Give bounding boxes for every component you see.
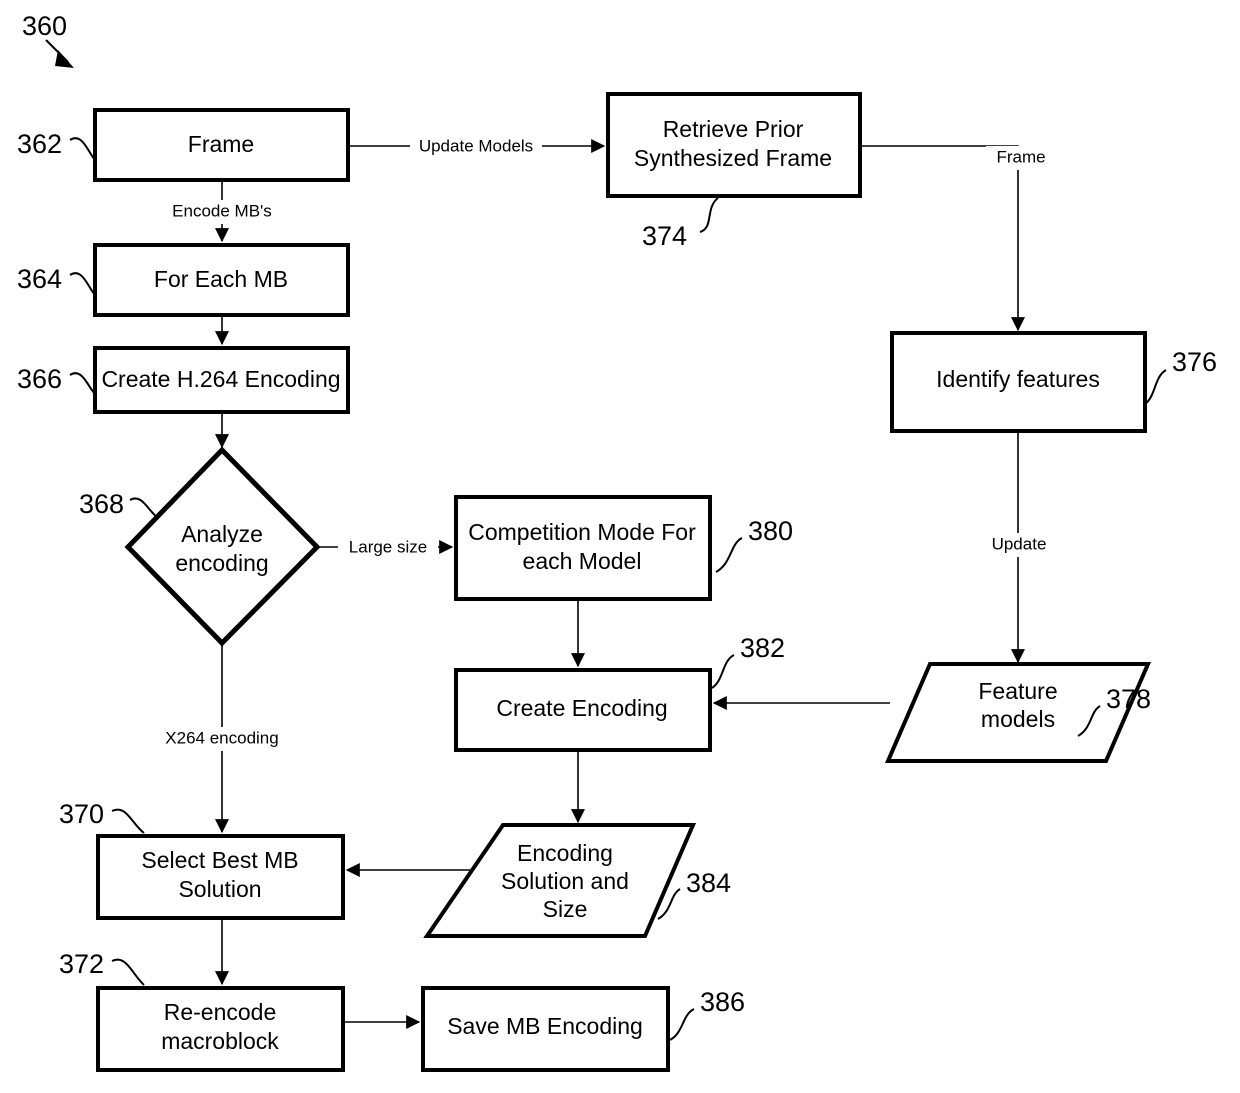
node-enc-solution-label-line2: Solution and: [501, 868, 629, 894]
node-reencode-label-line1: Re-encode: [164, 999, 277, 1025]
ref-label-370: 370: [59, 799, 104, 829]
ref-label-374: 374: [642, 221, 687, 251]
ref-label-364: 364: [17, 264, 62, 294]
edge-frame-to-retrieve: Update Models: [348, 134, 606, 158]
node-select-best-label-line1: Select Best MB: [141, 847, 298, 873]
edge-analyze-to-selectbest: X264 encoding: [152, 643, 296, 834]
ref-label-384: 384: [686, 868, 731, 898]
node-select-best-label-line2: Solution: [178, 876, 261, 902]
node-for-each-mb[interactable]: For Each MB: [93, 243, 350, 317]
ref-label-382: 382: [740, 633, 785, 663]
node-retrieve-label-line1: Retrieve Prior: [663, 116, 804, 142]
ref-376-group: 376: [1144, 347, 1217, 405]
node-analyze-label-line2: encoding: [175, 550, 268, 576]
ref-label-372: 372: [59, 949, 104, 979]
edge-identify-to-featmodels: Update: [978, 431, 1060, 664]
node-competition-label-line1: Competition Mode For: [468, 519, 696, 545]
node-reencode-macroblock[interactable]: Re-encode macroblock: [96, 986, 345, 1072]
node-create-encoding[interactable]: Create Encoding: [454, 668, 712, 752]
node-save-mb-label: Save MB Encoding: [447, 1013, 643, 1039]
ref-372-group: 372: [59, 949, 145, 986]
node-reencode-label-line2: macroblock: [161, 1028, 279, 1054]
edge-retrieve-to-identify: Frame: [860, 145, 1056, 332]
node-save-mb-encoding[interactable]: Save MB Encoding: [421, 986, 670, 1072]
ref-386-group: 386: [669, 987, 745, 1041]
edge-label-frame: Frame: [996, 147, 1045, 166]
node-frame-label: Frame: [188, 131, 254, 157]
ref-label-366: 366: [17, 364, 62, 394]
node-enc-solution-label-line1: Encoding: [517, 840, 613, 866]
node-competition-label-line2: each Model: [523, 548, 642, 574]
node-analyze-label-line1: Analyze: [181, 521, 263, 547]
node-analyze-encoding[interactable]: Analyze encoding: [124, 446, 321, 647]
ref-label-368: 368: [79, 489, 124, 519]
node-create-encoding-label: Create Encoding: [496, 695, 667, 721]
node-enc-solution-label-line3: Size: [543, 896, 588, 922]
edge-label-update-models: Update Models: [419, 136, 533, 155]
edge-label-large-size: Large size: [349, 537, 427, 556]
edge-label-update: Update: [992, 534, 1047, 553]
ref-label-378: 378: [1106, 684, 1151, 714]
figure-ref-360: 360: [22, 11, 67, 41]
ref-label-380: 380: [748, 516, 793, 546]
node-competition-mode[interactable]: Competition Mode For each Model: [454, 495, 712, 601]
node-feature-models-label-line2: models: [981, 706, 1055, 732]
edge-frame-to-foreach: Encode MB's: [160, 180, 284, 243]
node-for-each-mb-label: For Each MB: [154, 266, 288, 292]
ref-label-362: 362: [17, 129, 62, 159]
edge-label-encode-mbs: Encode MB's: [172, 201, 272, 220]
node-create-h264-label: Create H.264 Encoding: [101, 366, 340, 392]
patent-flowchart-figure: 360 Update Models Encode MB's Large size…: [0, 0, 1240, 1093]
ref-label-386: 386: [700, 987, 745, 1017]
figure-ref-pointer-arrow: [55, 50, 74, 68]
node-create-h264-encoding[interactable]: Create H.264 Encoding: [93, 346, 350, 414]
edge-label-x264-encoding: X264 encoding: [165, 728, 278, 747]
node-encoding-solution-and-size[interactable]: Encoding Solution and Size: [423, 823, 697, 938]
ref-370-group: 370: [59, 799, 145, 834]
node-select-best-mb-solution[interactable]: Select Best MB Solution: [96, 834, 345, 920]
ref-374-group: 374: [642, 197, 719, 251]
ref-362-group: 362: [17, 129, 96, 161]
ref-label-376: 376: [1172, 347, 1217, 377]
node-feature-models-label-line1: Feature: [978, 678, 1057, 704]
ref-364-group: 364: [17, 264, 96, 296]
flowchart-canvas: 360 Update Models Encode MB's Large size…: [17, 11, 1217, 1072]
ref-382-group: 382: [711, 633, 785, 689]
node-retrieve-label-line2: Synthesized Frame: [634, 145, 832, 171]
edge-analyze-to-competition: Large size: [317, 536, 454, 559]
node-frame[interactable]: Frame: [93, 108, 350, 182]
node-identify-features[interactable]: Identify features: [890, 331, 1147, 433]
ref-368-group: 368: [79, 489, 159, 519]
ref-380-group: 380: [715, 516, 793, 573]
node-identify-features-label: Identify features: [936, 366, 1100, 392]
node-retrieve-prior-synthesized-frame[interactable]: Retrieve Prior Synthesized Frame: [606, 92, 862, 198]
ref-366-group: 366: [17, 364, 96, 395]
